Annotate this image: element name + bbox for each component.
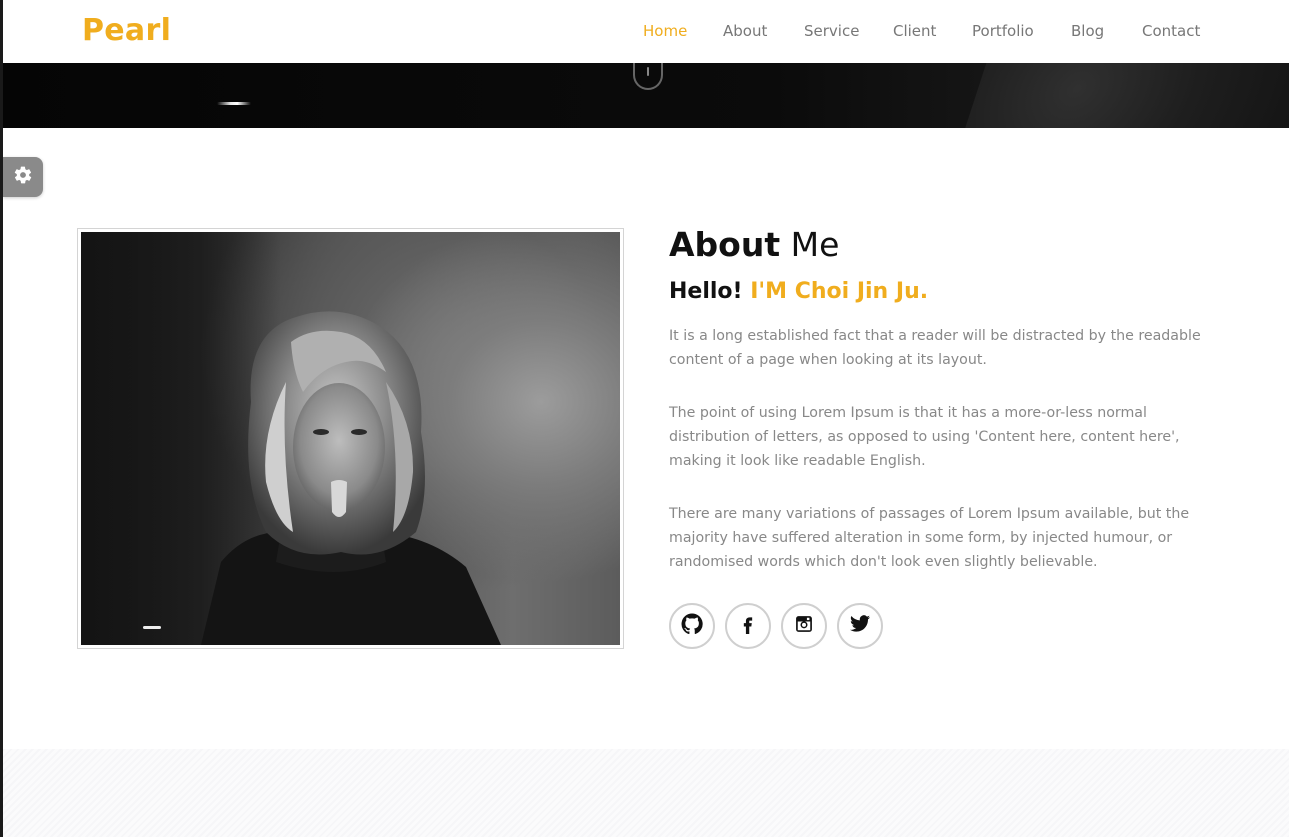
nav-item-about[interactable]: About <box>723 20 767 42</box>
profile-photo <box>81 232 620 645</box>
about-paragraph-3: There are many variations of passages of… <box>669 502 1229 574</box>
nav-item-service[interactable]: Service <box>804 20 859 42</box>
paragraph-line: content of a page when looking at its la… <box>669 352 987 368</box>
nav-item-home[interactable]: Home <box>643 20 687 42</box>
facebook-icon <box>738 614 758 638</box>
paragraph-line: randomised words which don't look even s… <box>669 554 1098 570</box>
nav-item-portfolio[interactable]: Portfolio <box>972 20 1034 42</box>
navbar: Pearl Home About Service Client Portfoli… <box>0 0 1289 63</box>
nav-item-blog[interactable]: Blog <box>1071 20 1104 42</box>
github-button[interactable] <box>669 603 715 649</box>
hello-heading: Hello! I'M Choi Jin Ju. <box>669 278 928 306</box>
paragraph-line: There are many variations of passages of… <box>669 506 1190 522</box>
portrait-figure <box>201 311 501 645</box>
hello-text: Hello! <box>669 279 743 304</box>
facebook-button[interactable] <box>725 603 771 649</box>
paragraph-line: distribution of letters, as opposed to u… <box>669 429 1180 445</box>
person-name: I'M Choi Jin Ju. <box>750 279 929 304</box>
profile-photo-frame <box>77 228 624 649</box>
about-heading: About Me <box>669 224 839 266</box>
settings-toggle-button[interactable] <box>3 157 43 197</box>
instagram-button[interactable] <box>781 603 827 649</box>
mouse-scroll-icon[interactable] <box>633 63 663 90</box>
paragraph-line: making it look like readable English. <box>669 453 926 469</box>
github-icon <box>681 613 703 639</box>
paragraph-line: It is a long established fact that a rea… <box>669 328 1201 344</box>
gear-icon <box>13 165 33 189</box>
photo-light-streak <box>143 626 161 629</box>
hero-banner <box>3 63 1289 128</box>
window-left-edge <box>0 0 3 837</box>
hero-light-streak <box>217 102 251 105</box>
about-paragraph-2: The point of using Lorem Ipsum is that i… <box>669 401 1229 473</box>
paragraph-line: majority have suffered alteration in som… <box>669 530 1173 546</box>
next-section-background <box>3 749 1289 837</box>
instagram-icon <box>794 614 814 638</box>
paragraph-line: The point of using Lorem Ipsum is that i… <box>669 405 1147 421</box>
about-heading-light: Me <box>780 225 840 264</box>
brand-logo[interactable]: Pearl <box>82 12 171 50</box>
nav-item-contact[interactable]: Contact <box>1142 20 1200 42</box>
twitter-button[interactable] <box>837 603 883 649</box>
hero-background-texture <box>960 63 1289 128</box>
about-paragraph-1: It is a long established fact that a rea… <box>669 324 1229 372</box>
about-heading-bold: About <box>669 225 781 264</box>
nav-item-client[interactable]: Client <box>893 20 936 42</box>
twitter-icon <box>849 613 871 639</box>
